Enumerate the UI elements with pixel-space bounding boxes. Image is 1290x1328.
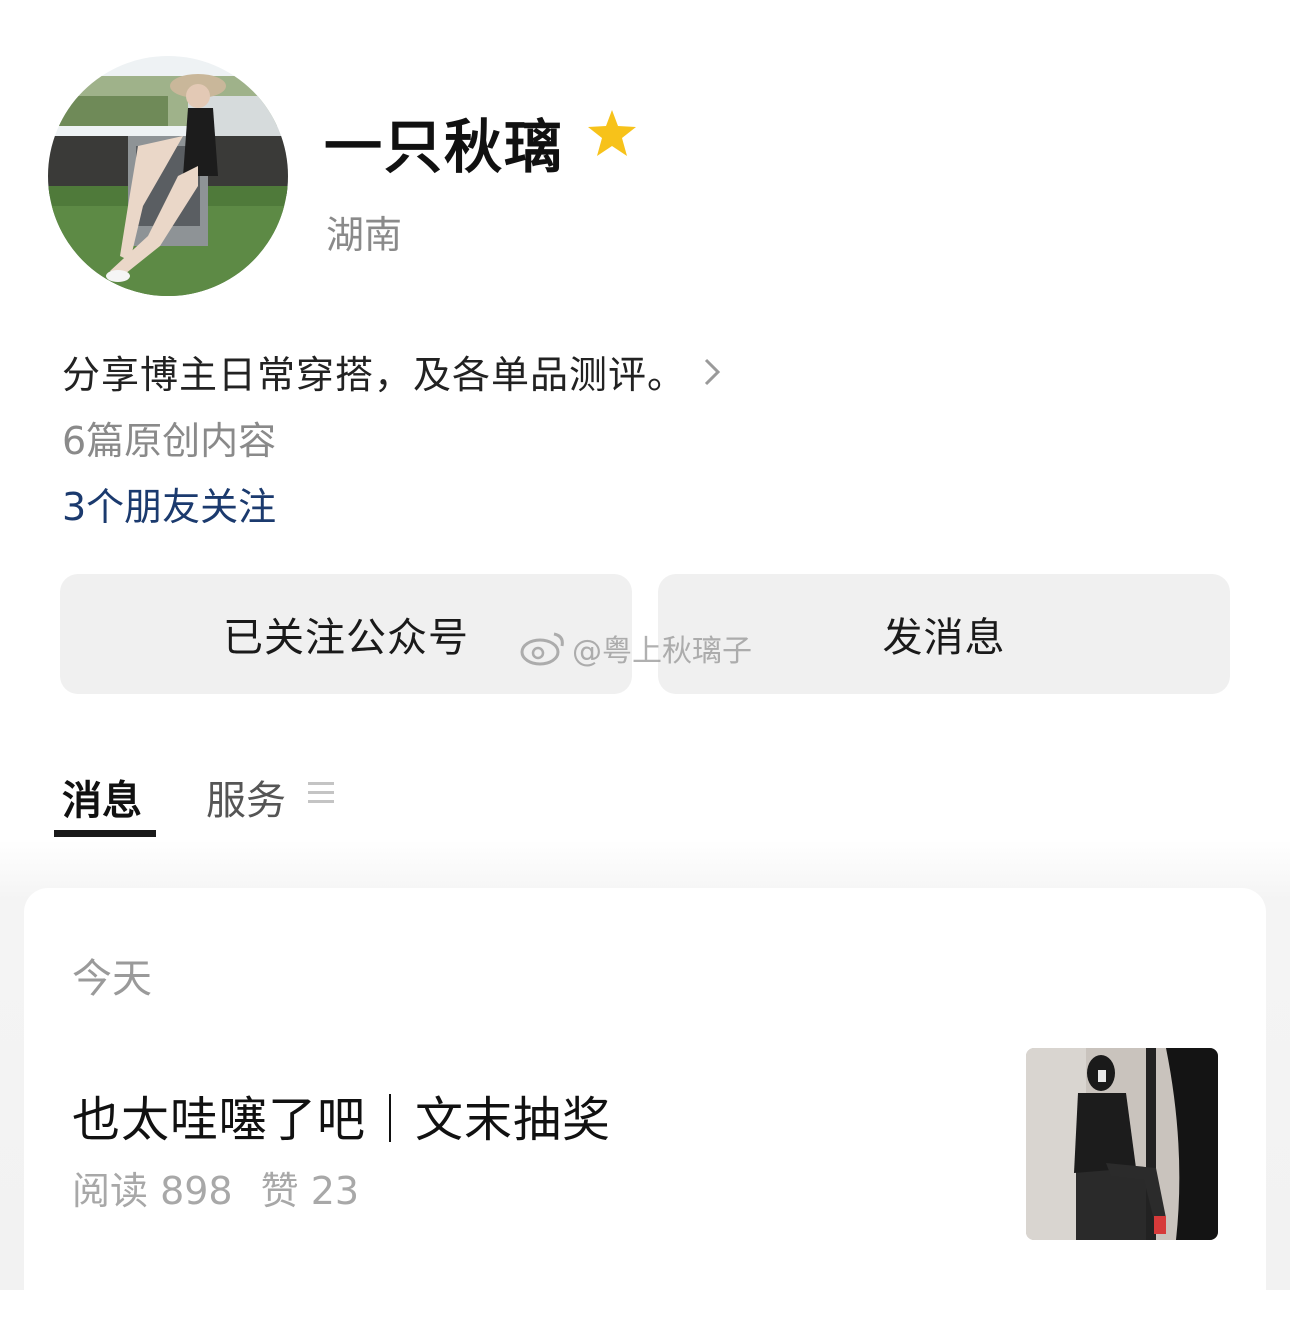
active-tab-indicator bbox=[54, 830, 156, 837]
date-label: 今天 bbox=[72, 956, 152, 1002]
like-count: 赞 23 bbox=[260, 1169, 360, 1213]
weibo-icon bbox=[520, 632, 564, 666]
watermark: @粤上秋璃子 bbox=[518, 626, 752, 670]
account-name: 一只秋璃 bbox=[324, 113, 565, 181]
friends-follow-link[interactable]: 3个朋友关注 bbox=[62, 476, 276, 531]
bio-row[interactable]: 分享博主日常穿搭，及各单品测评。 bbox=[62, 344, 722, 399]
article-title[interactable]: 也太哇噻了吧｜文末抽奖 bbox=[72, 1080, 611, 1150]
region-label: 湖南 bbox=[326, 213, 403, 257]
original-content-count: 6篇原创内容 bbox=[62, 419, 277, 463]
tab-messages[interactable]: 消息 bbox=[62, 768, 142, 826]
article-thumbnail[interactable] bbox=[1026, 1048, 1218, 1240]
star-icon bbox=[588, 110, 636, 156]
article-stats: 阅读 898 赞 23 bbox=[72, 1160, 359, 1215]
bio-text: 分享博主日常穿搭，及各单品测评。 bbox=[62, 353, 687, 397]
chevron-right-icon bbox=[704, 358, 721, 385]
watermark-text: @粤上秋璃子 bbox=[572, 634, 752, 669]
tab-services[interactable]: 服务 bbox=[206, 768, 286, 826]
read-count: 阅读 898 bbox=[72, 1169, 233, 1213]
menu-icon[interactable] bbox=[306, 778, 336, 808]
avatar[interactable] bbox=[48, 56, 288, 296]
